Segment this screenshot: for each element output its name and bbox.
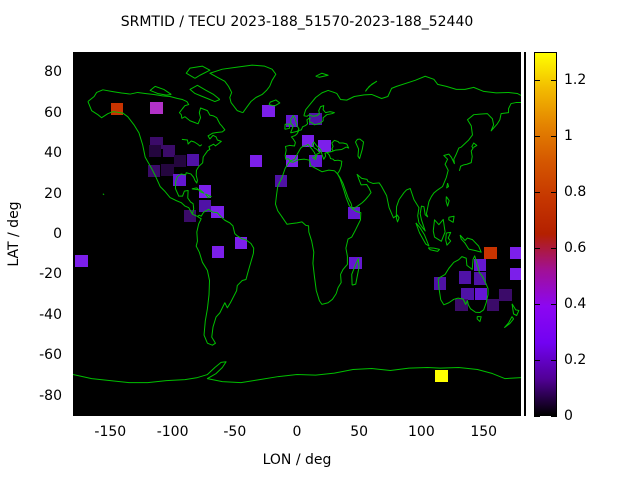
right-border-line — [524, 52, 526, 416]
tec-data-cell — [198, 185, 212, 198]
x-tick-label: -150 — [94, 424, 127, 440]
tec-data-cell — [75, 255, 88, 268]
tec-data-cell — [510, 268, 521, 281]
tec-data-cell — [110, 102, 124, 115]
colorbar-tick-mark — [551, 303, 557, 305]
tec-data-cell — [486, 298, 500, 311]
tec-data-cell — [458, 271, 472, 284]
colorbar-tick-label: 1.2 — [564, 72, 587, 88]
x-tick-label: 50 — [350, 424, 369, 440]
world-coastline — [73, 52, 521, 416]
tec-data-cell — [347, 206, 361, 219]
tec-data-cell — [148, 145, 162, 158]
y-tick-label: -80 — [39, 387, 62, 404]
tec-data-cell — [198, 199, 212, 212]
colorbar-tick-mark — [551, 135, 557, 137]
x-tick-label: -50 — [223, 424, 247, 440]
tec-data-cell — [309, 155, 322, 168]
colorbar-tick-mark — [551, 191, 557, 193]
colorbar-tick-mark — [551, 415, 557, 417]
colorbar-tick-label: 0.4 — [564, 296, 587, 312]
tec-data-cell — [183, 209, 197, 222]
world-map-plot-area — [73, 52, 521, 416]
tec-data-cell — [234, 237, 248, 250]
tec-data-cell — [274, 175, 288, 188]
tec-data-cell — [285, 114, 299, 127]
tec-data-cell — [211, 246, 225, 259]
x-tick-label: -100 — [156, 424, 189, 440]
tec-data-cell — [211, 205, 224, 218]
colorbar-tick-mark — [534, 191, 540, 193]
colorbar-tick-label: 0 — [564, 408, 573, 424]
y-tick-label: -60 — [39, 347, 62, 364]
y-tick-label: 0 — [53, 226, 62, 242]
colorbar-tick-mark — [551, 359, 557, 361]
colorbar-tick-label: 1 — [564, 128, 573, 144]
tec-data-cell — [262, 104, 275, 117]
colorbar-tick-label: 0.2 — [564, 352, 587, 368]
tec-data-cell — [349, 257, 362, 270]
tec-data-cell — [318, 139, 331, 153]
colorbar-tick-mark — [534, 247, 540, 249]
tec-data-cell — [147, 165, 161, 178]
tec-data-cell — [186, 154, 200, 167]
tec-data-cell — [473, 272, 487, 285]
colorbar-tick-mark — [551, 79, 557, 81]
tec-data-cell — [301, 134, 315, 148]
colorbar-tick-mark — [534, 135, 540, 137]
tec-data-cell — [309, 112, 322, 125]
y-tick-label: 40 — [44, 145, 62, 162]
tec-data-cell — [249, 155, 263, 168]
tec-data-cell — [473, 259, 487, 272]
colorbar-tick-label: 0.6 — [564, 240, 587, 256]
tec-data-cell — [474, 287, 488, 300]
tec-data-cell — [455, 298, 468, 311]
tec-data-cell — [433, 277, 447, 290]
y-tick-label: 20 — [44, 185, 62, 202]
y-tick-label: 60 — [44, 104, 62, 121]
tec-data-cell — [173, 174, 186, 187]
colorbar-tick-mark — [551, 247, 557, 249]
gnuplot-figure: SRMTID / TECU 2023-188_51570-2023-188_52… — [0, 0, 640, 480]
x-tick-label: 150 — [470, 424, 498, 440]
x-tick-label: 100 — [408, 424, 435, 440]
tec-data-cell — [173, 155, 187, 168]
colorbar-tick-mark — [534, 359, 540, 361]
y-tick-label: 80 — [44, 64, 62, 81]
tec-data-cell — [499, 288, 512, 301]
colorbar-tick-mark — [534, 303, 540, 305]
colorbar-tick-label: 0.8 — [564, 184, 587, 200]
y-tick-label: -40 — [39, 306, 62, 323]
x-axis-label: LON / deg — [262, 452, 332, 468]
tec-data-cell — [484, 247, 497, 260]
colorbar-tick-mark — [534, 415, 540, 417]
chart-title: SRMTID / TECU 2023-188_51570-2023-188_52… — [120, 14, 474, 30]
colorbar-gradient — [534, 52, 557, 416]
y-tick-label: -20 — [39, 266, 62, 283]
tec-data-cell — [435, 369, 448, 382]
x-tick-label: 0 — [292, 424, 302, 440]
colorbar-tick-mark — [534, 79, 540, 81]
tec-data-cell — [161, 164, 174, 177]
tec-data-cell — [510, 247, 521, 260]
tec-data-cell — [285, 155, 299, 168]
tec-data-cell — [150, 101, 163, 114]
